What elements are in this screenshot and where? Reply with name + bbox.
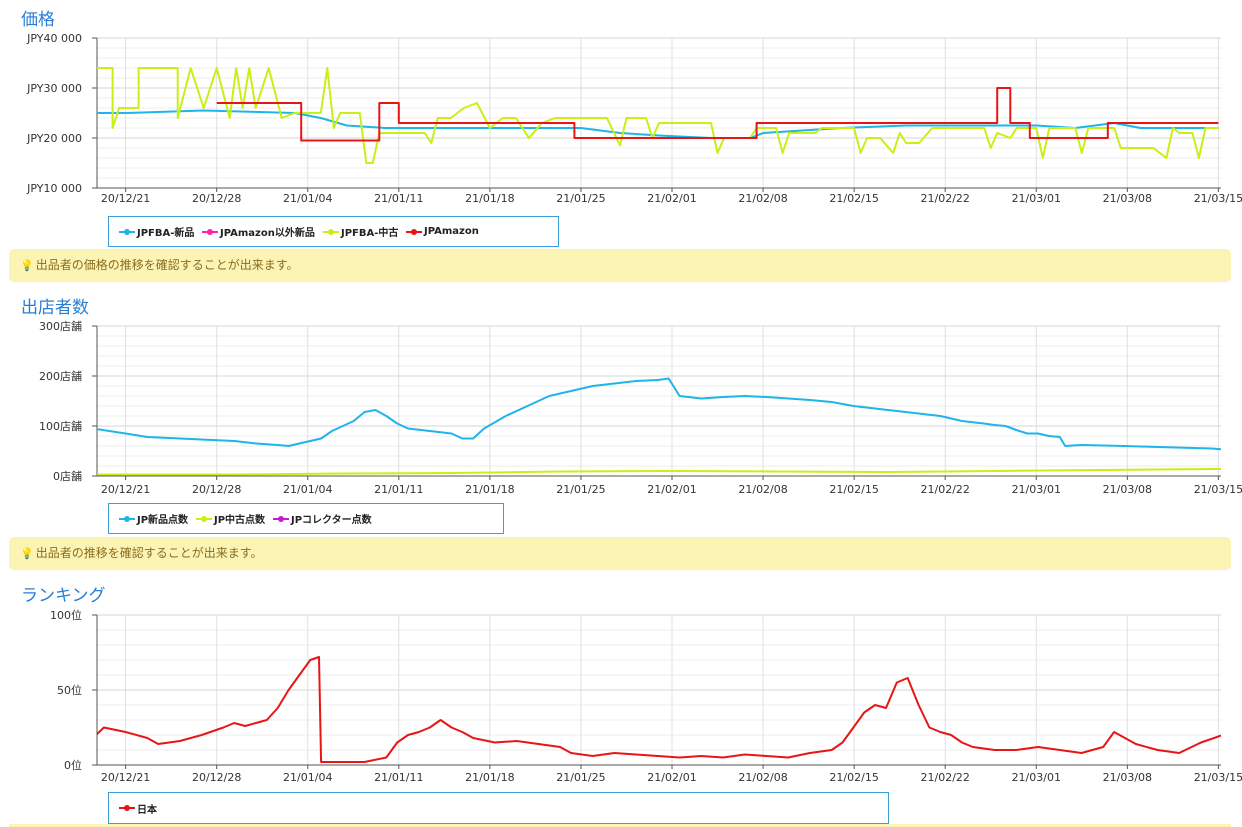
legend-swatch-icon [273,515,289,522]
x-tick-label: 21/02/01 [647,483,696,496]
x-tick-label: 21/01/04 [283,771,332,784]
legend-label: JPFBA-新品 [137,228,195,239]
legend-item[interactable]: JP新品点数 [119,504,188,533]
sellers-section-title: 出店者数 [21,298,89,318]
price-notice: 💡 出品者の価格の推移を確認することが出来ます。 [9,249,1231,282]
x-tick-label: 21/01/04 [283,483,332,496]
legend-label: JP新品点数 [137,515,189,526]
legend-label: JPAmazon [424,226,479,237]
x-tick-label: 21/02/15 [829,771,878,784]
y-tick-label: JPY40 000 [26,32,82,45]
ranking-section-title: ランキング [21,586,106,606]
x-tick-label: 21/02/15 [829,192,878,205]
x-tick-label: 21/02/08 [738,483,787,496]
x-tick-label: 21/01/18 [465,771,514,784]
legend-swatch-icon [119,515,135,522]
x-tick-label: 21/01/18 [465,192,514,205]
y-tick-label: 50位 [57,683,82,697]
x-tick-label: 20/12/28 [192,771,241,784]
legend-swatch-icon [119,805,135,811]
legend-item[interactable]: 日本 [119,793,157,823]
legend-label: JPFBA-中古 [341,228,399,239]
legend-swatch-icon [119,228,135,235]
x-tick-label: 21/03/15 [1194,483,1242,496]
legend-item[interactable]: JP中古点数 [196,504,265,533]
x-tick-label: 21/03/08 [1103,192,1152,205]
x-tick-label: 21/01/18 [465,483,514,496]
legend-label: JP中古点数 [214,515,266,526]
x-tick-label: 21/01/11 [374,192,423,205]
series-line-lime [97,67,1219,164]
x-tick-label: 21/01/25 [556,483,605,496]
x-tick-label: 21/01/25 [556,192,605,205]
x-tick-label: 21/01/11 [374,483,423,496]
x-tick-label: 21/03/15 [1194,771,1242,784]
y-tick-label: JPY10 000 [26,182,82,195]
legend-item[interactable]: JPFBA-中古 [323,217,398,246]
legend-swatch-icon [406,228,422,235]
x-tick-label: 21/01/04 [283,192,332,205]
legend-swatch-icon [202,228,218,235]
x-tick-label: 21/03/01 [1012,192,1061,205]
x-tick-label: 21/02/22 [921,483,970,496]
sellers-notice: 💡 出品者の推移を確認することが出来ます。 [9,537,1231,570]
sellers-notice-text: 出品者の推移を確認することが出来ます。 [35,546,263,560]
lightbulb-icon: 💡 [20,547,34,560]
x-tick-label: 20/12/21 [101,192,150,205]
x-tick-label: 21/02/15 [829,483,878,496]
legend-label: 日本 [137,804,157,816]
x-tick-label: 20/12/28 [192,483,241,496]
x-tick-label: 20/12/21 [101,771,150,784]
series-line-red [97,656,1221,763]
sellers-legend: JP新品点数 JP中古点数 JPコレクター点数 [108,503,504,534]
x-tick-label: 21/03/08 [1103,771,1152,784]
x-tick-label: 20/12/21 [101,483,150,496]
legend-label: JPコレクター点数 [291,515,372,526]
x-tick-label: 21/03/08 [1103,483,1152,496]
x-tick-label: 21/02/22 [921,771,970,784]
price-section-title: 価格 [21,10,55,30]
x-tick-label: 21/02/08 [738,771,787,784]
legend-item[interactable]: JPFBA-新品 [119,217,194,246]
y-tick-label: 100位 [50,608,82,622]
legend-item[interactable]: JPAmazon以外新品 [202,217,315,246]
ranking-chart: 20/12/21 20/12/28 21/01/04 21/01/11 21/01/18… [50,608,1242,784]
y-tick-label: 0店舗 [53,469,82,483]
x-tick-label: 20/12/28 [192,192,241,205]
legend-label: JPAmazon以外新品 [220,228,315,239]
price-notice-text: 出品者の価格の推移を確認することが出来ます。 [35,258,299,272]
y-tick-label: 300店舗 [39,319,82,333]
x-tick-label: 21/02/08 [738,192,787,205]
ranking-legend: 日本 [108,792,889,824]
y-tick-label: 200店舗 [39,369,82,383]
sellers-chart: 20/12/21 20/12/28 21/01/04 21/01/11 21/01/18… [39,319,1242,496]
legend-swatch-icon [196,515,212,522]
lightbulb-icon: 💡 [20,259,34,272]
y-tick-label: JPY20 000 [26,132,82,145]
x-tick-label: 21/03/01 [1012,771,1061,784]
x-tick-label: 21/03/01 [1012,483,1061,496]
legend-item[interactable]: JPAmazon [406,217,479,246]
x-tick-label: 21/01/11 [374,771,423,784]
x-tick-label: 21/03/15 [1194,192,1242,205]
price-chart: 20/12/21 20/12/28 21/01/04 21/01/11 21/01/18… [26,32,1242,205]
series-line-red [216,87,1219,142]
legend-item[interactable]: JPコレクター点数 [273,504,372,533]
x-tick-label: 21/01/25 [556,771,605,784]
x-tick-label: 21/02/22 [921,192,970,205]
x-tick-label: 21/02/01 [647,771,696,784]
x-tick-label: 21/02/01 [647,192,696,205]
series-line-blue [97,377,1221,451]
y-tick-label: 0位 [64,758,82,772]
price-legend: JPFBA-新品 JPAmazon以外新品 JPFBA-中古 JPAmazon [108,216,559,247]
y-tick-label: JPY30 000 [26,82,82,95]
series-line-lime [97,468,1221,476]
y-tick-label: 100店舗 [39,419,82,433]
legend-swatch-icon [323,228,339,235]
